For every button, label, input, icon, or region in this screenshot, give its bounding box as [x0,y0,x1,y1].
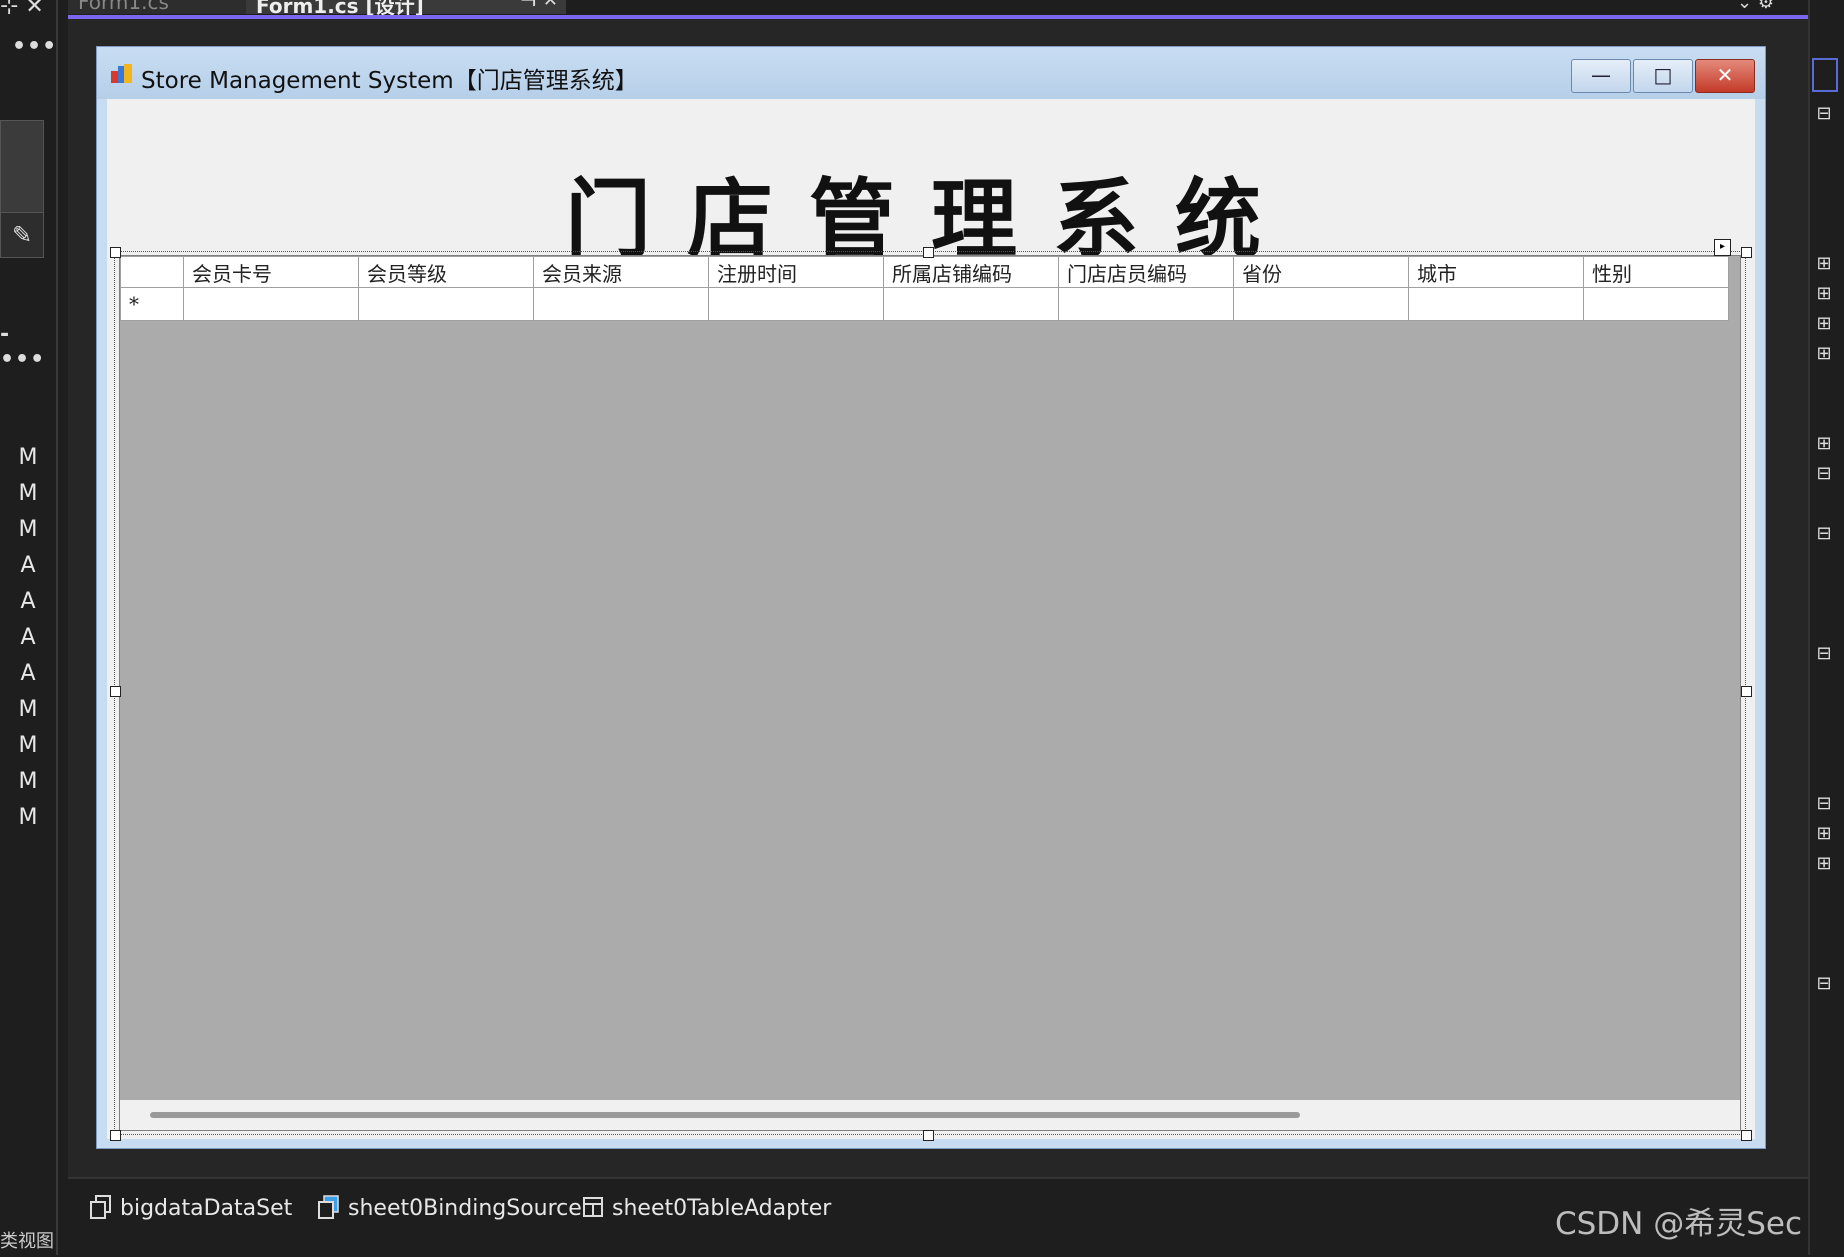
chevron-down-icon[interactable]: ⌄ [1737,0,1752,13]
column-header[interactable]: 注册时间 [708,256,884,288]
close-button[interactable]: ✕ [1695,59,1755,93]
form-title-bar[interactable]: Store Management System【门店管理系统】 — □ ✕ [97,47,1765,99]
expand-icon[interactable]: ⊞ [1814,254,1834,274]
column-header[interactable]: 会员等级 [358,256,534,288]
grid-cell[interactable] [358,287,534,321]
collapse-icon[interactable]: ⊟ [1814,794,1834,814]
member-letter[interactable]: M [0,440,56,476]
class-view-tab[interactable]: 类视图 [0,1227,54,1253]
component-tray: bigdataDataSet sheet0BindingSource sheet… [68,1177,1808,1257]
member-letter[interactable]: M [0,800,56,836]
column-header[interactable]: 性别 [1583,256,1729,288]
gear-icon[interactable]: ⚙ [1758,0,1774,13]
collapse-icon[interactable]: ⊟ [1814,524,1834,544]
expand-icon[interactable]: ⊞ [1814,284,1834,304]
expand-icon[interactable]: ⊞ [1814,434,1834,454]
resize-handle[interactable] [1741,1130,1752,1141]
left-tool-strip: ⊹ ✕ ••• ✎ - ••• M M M A A A A M M M M 类视… [0,0,58,1255]
header-row: 会员卡号 会员等级 会员来源 注册时间 所属店铺编码 门店店员编码 省份 城市 … [120,256,1729,288]
table-adapter-icon [582,1195,604,1219]
tray-item-dataset[interactable]: bigdataDataSet [90,1195,292,1235]
expand-icon[interactable]: ⊞ [1814,854,1834,874]
tray-item-label: sheet0TableAdapter [612,1196,832,1221]
tab-form1-design[interactable]: Form1.cs [设计] ⊣ ✕ [246,0,566,18]
right-tool-strip: ⊟ ⊞ ⊞ ⊞ ⊞ ⊞ ⊟ ⊟ ⊟ ⊟ ⊞ ⊞ ⊟ [1808,0,1844,1255]
document-tabs: Form1.cs Form1.cs [设计] ⊣ ✕ ⌄ ⚙ [68,0,1808,18]
resize-handle[interactable] [923,247,934,258]
wand-icon[interactable]: ✎ [0,212,44,258]
expand-icon[interactable]: ⊞ [1814,314,1834,334]
tray-item-table-adapter[interactable]: sheet0TableAdapter [582,1195,831,1235]
member-list: M M M A A A A M M M M [0,440,56,836]
new-row-marker[interactable]: * [120,287,184,321]
column-header[interactable]: 所属店铺编码 [883,256,1059,288]
selected-tool-frame[interactable] [1812,58,1838,92]
resize-handle[interactable] [1741,686,1752,697]
tray-item-label: sheet0BindingSource [348,1196,582,1221]
resize-handle[interactable] [110,1130,121,1141]
member-letter[interactable]: A [0,548,56,584]
new-row: * [120,287,1729,321]
grid-cell[interactable] [1583,287,1729,321]
member-letter[interactable]: M [0,764,56,800]
tab-label: Form1.cs [78,0,169,14]
member-letter[interactable]: A [0,656,56,692]
form-window[interactable]: Store Management System【门店管理系统】 — □ ✕ 门店… [96,46,1766,1149]
form-title: Store Management System【门店管理系统】 [141,68,638,94]
corner-header-cell[interactable] [120,256,184,288]
resize-handle[interactable] [110,686,121,697]
grid-cell[interactable] [883,287,1059,321]
collapse-icon[interactable]: ⊟ [1814,104,1834,124]
binding-source-icon [318,1195,340,1219]
maximize-button[interactable]: □ [1633,59,1693,93]
form-client-area: 门店管理系统 会员卡号 会员等级 会员来源 注册时间 所属店铺编码 门店店员编码… [107,99,1755,1141]
smart-tag-icon[interactable]: ▸ [1714,239,1731,256]
grid-cell[interactable] [708,287,884,321]
grid-cell[interactable] [183,287,359,321]
grid-cell[interactable] [1233,287,1409,321]
resize-handle[interactable] [110,247,121,258]
scrollbar-thumb[interactable] [150,1112,1300,1118]
member-letter[interactable]: A [0,584,56,620]
tray-item-binding-source[interactable]: sheet0BindingSource [318,1195,582,1235]
collapse-icon[interactable]: ⊟ [1814,464,1834,484]
collapse-icon[interactable]: ⊟ [1814,644,1834,664]
watermark: CSDN @希灵Sec [1554,1206,1802,1242]
tray-item-label: bigdataDataSet [120,1196,293,1221]
column-header[interactable]: 会员卡号 [183,256,359,288]
collapse-icon[interactable]: ⊟ [1814,974,1834,994]
resize-handle[interactable] [1741,247,1752,258]
grid-cell[interactable] [533,287,709,321]
column-header[interactable]: 省份 [1233,256,1409,288]
minimize-button[interactable]: — [1571,59,1631,93]
grid-cell[interactable] [1058,287,1234,321]
member-letter[interactable]: M [0,692,56,728]
member-letter[interactable]: A [0,620,56,656]
more-options-icon[interactable]: ••• [12,34,57,59]
tab-form1-code[interactable]: Form1.cs [68,0,258,14]
member-letter[interactable]: M [0,728,56,764]
data-grid-view[interactable]: 会员卡号 会员等级 会员来源 注册时间 所属店铺编码 门店店员编码 省份 城市 … [119,255,1741,1131]
pin-icon[interactable]: ⊣ [520,0,536,11]
close-icon[interactable]: ⊹ ✕ [0,0,44,19]
grid-cell[interactable] [1408,287,1584,321]
column-header[interactable]: 城市 [1408,256,1584,288]
expand-icon[interactable]: ⊞ [1814,824,1834,844]
dataset-icon [90,1195,112,1219]
member-letter[interactable]: M [0,476,56,512]
more-options-icon[interactable]: - ••• [0,322,56,372]
toolbox-panel[interactable] [0,120,44,214]
data-grid-table: 会员卡号 会员等级 会员来源 注册时间 所属店铺编码 门店店员编码 省份 城市 … [120,256,1729,321]
column-header[interactable]: 会员来源 [533,256,709,288]
member-letter[interactable]: M [0,512,56,548]
column-header[interactable]: 门店店员编码 [1058,256,1234,288]
expand-icon[interactable]: ⊞ [1814,344,1834,364]
horizontal-scrollbar[interactable] [120,1100,1740,1130]
resize-handle[interactable] [923,1130,934,1141]
app-icon [111,64,133,84]
close-icon[interactable]: ✕ [543,0,558,11]
